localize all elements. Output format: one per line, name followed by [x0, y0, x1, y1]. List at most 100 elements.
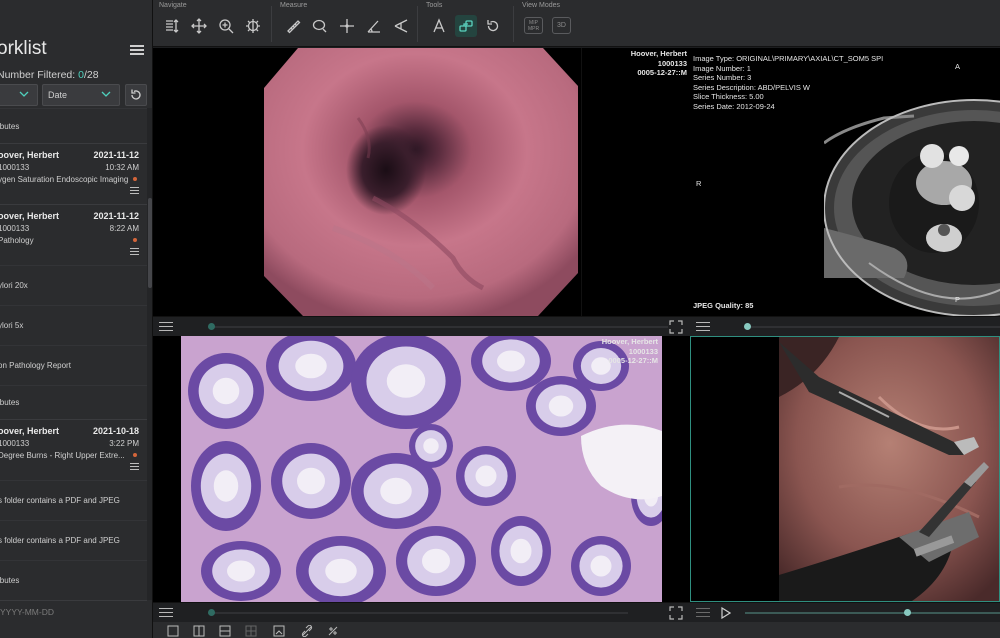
- worklist-series-row[interactable]: ibutes: [0, 385, 147, 419]
- ct-patient-info: Hoover, Herbert 1000133 0005-12-27::M: [582, 49, 687, 78]
- sort-select[interactable]: Date: [42, 84, 120, 106]
- tools-label: Tools: [426, 2, 443, 9]
- laparoscopy-viewport-bar: [690, 602, 1000, 622]
- number-filtered: Number Filtered: 0/28: [0, 69, 99, 81]
- measure-group: Measure: [274, 0, 419, 47]
- histo-patient-mrn: 1000133: [628, 346, 658, 356]
- endoscopy-viewport-bar: [153, 316, 690, 336]
- slider-knob[interactable]: [208, 609, 215, 616]
- annotate-icon[interactable]: [428, 15, 450, 37]
- play-icon[interactable]: [720, 607, 731, 619]
- ct-image: [824, 99, 1000, 316]
- reset-filter-button[interactable]: [125, 84, 147, 106]
- series-description: ibutes: [0, 122, 20, 131]
- probe-icon[interactable]: [336, 15, 358, 37]
- status-dot: [133, 453, 137, 457]
- study-time: 8:22 AM: [109, 224, 139, 233]
- crosshairs-link-icon[interactable]: [455, 15, 477, 37]
- viewport-ct[interactable]: Hoover, Herbert 1000133 0005-12-27::M Im…: [581, 48, 1000, 316]
- fullscreen-icon[interactable]: [669, 320, 683, 334]
- angle-icon[interactable]: [363, 15, 385, 37]
- slider-knob[interactable]: [208, 323, 215, 330]
- layout-1x1-icon[interactable]: [167, 625, 179, 637]
- worklist-series-row[interactable]: ibutes: [0, 560, 147, 600]
- date-filter-input[interactable]: YYYY-MM-DD: [0, 600, 147, 622]
- viewport-menu-icon[interactable]: [696, 608, 710, 618]
- ct-info-line: Series Description: ABD/PELVIS W: [693, 82, 810, 92]
- study-time: 3:22 PM: [109, 439, 139, 448]
- window-level-icon[interactable]: [242, 15, 264, 37]
- worklist-study-row[interactable]: oover, Herbert 2021-11-12 1000133 10:32 AM y…: [0, 143, 147, 203]
- study-patient-name: oover, Herbert: [0, 150, 60, 160]
- reset-icon[interactable]: [482, 15, 504, 37]
- viewport-menu-icon[interactable]: [696, 322, 710, 332]
- frame-slider[interactable]: [208, 326, 668, 328]
- series-description: on Pathology Report: [0, 361, 71, 370]
- ct-info-line: Series Date: 2012-09-24: [693, 101, 775, 111]
- cine-slider[interactable]: [745, 612, 1000, 614]
- series-description: s folder contains a PDF and JPEG: [0, 536, 120, 545]
- study-mrn: 1000133: [0, 439, 30, 448]
- mip-mpr-icon[interactable]: MIP MPR: [524, 17, 543, 34]
- viewport-endoscopy[interactable]: [153, 48, 581, 316]
- series-description: ylori 5x: [0, 321, 24, 330]
- tools-group: Tools: [420, 0, 515, 47]
- ct-info-line: Image Type: ORIGINAL\PRIMARY\AXIAL\CT_SO…: [693, 54, 884, 63]
- worklist-list: ibutes oover, Herbert 2021-11-12 1000133 10:…: [0, 108, 147, 600]
- jpeg-quality: JPEG Quality: 85: [693, 301, 754, 310]
- viewport-laparoscopy[interactable]: [690, 336, 1000, 602]
- navigate-group: Navigate: [153, 0, 273, 47]
- layout-2x1-icon[interactable]: [219, 625, 231, 637]
- ct-viewport-bar: [690, 316, 1000, 336]
- frame-slider[interactable]: [745, 326, 1000, 328]
- worklist-series-row[interactable]: on Pathology Report: [0, 345, 147, 384]
- frame-slider[interactable]: [208, 612, 628, 614]
- measure-label: Measure: [280, 2, 308, 9]
- study-description: ygen Saturation Endoscopic Imaging: [0, 175, 129, 184]
- row-menu-icon[interactable]: [130, 248, 139, 255]
- worklist-series-row[interactable]: ylori 20x: [0, 265, 147, 304]
- link-icon[interactable]: [301, 625, 313, 637]
- study-mrn: 1000133: [0, 163, 30, 172]
- study-date: 2021-11-12: [93, 150, 139, 160]
- stack-scroll-icon[interactable]: [161, 15, 183, 37]
- histology-viewport-bar: [153, 602, 690, 622]
- length-icon[interactable]: [282, 15, 304, 37]
- worklist-series-row[interactable]: s folder contains a PDF and JPEG: [0, 480, 147, 519]
- filter-select-left[interactable]: [0, 84, 38, 106]
- study-date: 2021-11-12: [93, 211, 139, 221]
- study-mrn: 1000133: [0, 224, 30, 233]
- chevron-down-icon: [101, 91, 111, 97]
- worklist-series-row[interactable]: ibutes: [0, 108, 147, 143]
- pan-icon[interactable]: [188, 15, 210, 37]
- worklist-study-row[interactable]: oover, Herbert 2021-11-12 1000133 8:22 AM Pa…: [0, 204, 147, 264]
- worklist-study-row[interactable]: oover, Herbert 2021-10-18 1000133 3:22 PM De…: [0, 419, 147, 479]
- row-menu-icon[interactable]: [130, 463, 139, 470]
- scrollbar-thumb[interactable]: [148, 198, 152, 288]
- viewport-menu-icon[interactable]: [159, 322, 173, 332]
- layout-2x2-icon[interactable]: [245, 625, 257, 637]
- worklist-menu-icon[interactable]: [130, 45, 144, 55]
- cobb-angle-icon[interactable]: [390, 15, 412, 37]
- screenshot-icon[interactable]: [273, 625, 285, 637]
- status-dot: [133, 177, 137, 181]
- zoom-icon[interactable]: [215, 15, 237, 37]
- ellipse-roi-icon[interactable]: [309, 15, 331, 37]
- endoscopy-image: [264, 48, 578, 316]
- viewport-histology[interactable]: Hoover, Herbert 1000133 0005-12-27::M: [153, 336, 690, 602]
- slider-knob[interactable]: [904, 609, 911, 616]
- worklist-series-row[interactable]: s folder contains a PDF and JPEG: [0, 520, 147, 559]
- main-toolbar: Navigate Measure Tools View Modes MIP MP…: [153, 0, 1000, 47]
- slider-knob[interactable]: [744, 323, 751, 330]
- row-menu-icon[interactable]: [130, 187, 139, 194]
- worklist-series-row[interactable]: ylori 5x: [0, 305, 147, 344]
- sync-icon[interactable]: [327, 625, 339, 637]
- ct-info-line: Slice Thickness: 5.00: [693, 92, 764, 101]
- viewport-menu-icon[interactable]: [159, 608, 173, 618]
- 3d-icon[interactable]: 3D: [552, 17, 571, 34]
- sort-select-value: Date: [48, 90, 68, 100]
- fullscreen-icon[interactable]: [669, 606, 683, 620]
- layout-1x2-icon[interactable]: [193, 625, 205, 637]
- orientation-top: A: [955, 62, 961, 71]
- orientation-left: R: [696, 179, 702, 188]
